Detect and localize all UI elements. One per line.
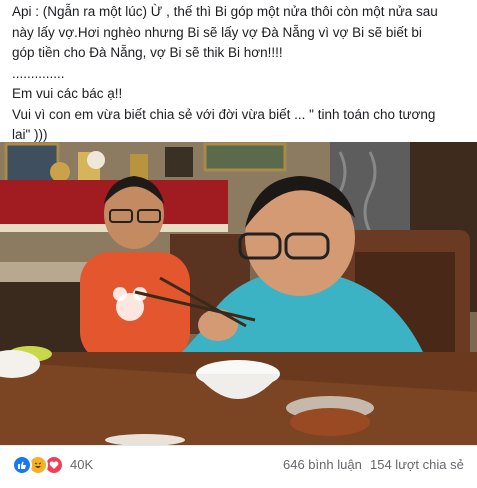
photo-illustration — [0, 142, 477, 445]
post-text: Api : (Ngẫn ra một lúc) Ừ , thế thì Bi g… — [12, 2, 467, 146]
post-line: Api : (Ngẫn ra một lúc) Ừ , thế thì Bi g… — [12, 4, 438, 19]
like-icon — [12, 455, 32, 475]
shares-count-link[interactable]: 154 lượt chia sẻ — [370, 457, 464, 472]
post-line: .............. — [12, 65, 65, 81]
post-line: góp tiền cho Đà Nẵng, vợ Bi sẽ thik Bi h… — [12, 45, 283, 60]
post-line: này lấy vợ.Hơi nghèo nhưng Bi sẽ lấy vợ … — [12, 24, 422, 40]
post-line: Vui vì con em vừa biết chia sẻ với đời v… — [12, 106, 436, 122]
post-reactions-bar: 40K 646 bình luận 154 lượt chia sẻ — [0, 445, 477, 488]
post-photo[interactable] — [0, 142, 477, 445]
comments-count-link[interactable]: 646 bình luận — [283, 457, 362, 472]
post-line: Em vui các bác ạ!! — [12, 86, 123, 101]
reaction-count[interactable]: 40K — [70, 457, 93, 472]
